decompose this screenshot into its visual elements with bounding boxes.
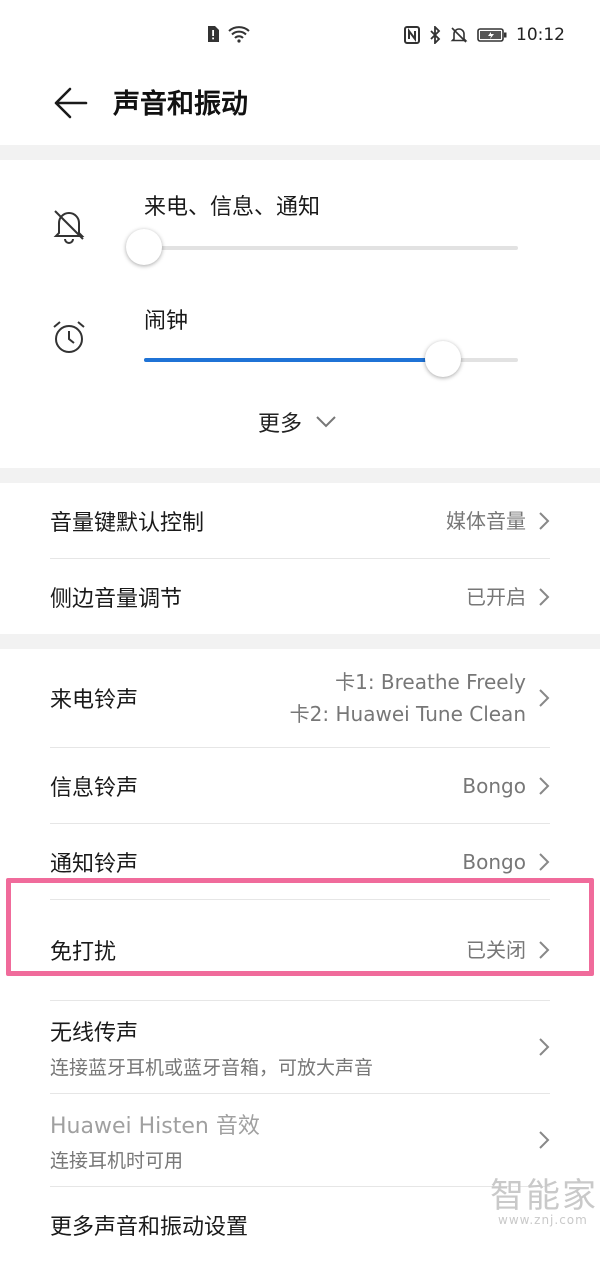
watermark-url: www.znj.com — [498, 1213, 588, 1227]
bluetooth-icon — [430, 26, 441, 44]
wifi-icon — [228, 26, 250, 43]
wireless-audio-text: 无线传声 连接蓝牙耳机或蓝牙音箱，可放大声音 — [50, 1015, 373, 1080]
call-ringtone-row[interactable]: 来电铃声 卡1: Breathe Freely 卡2: Huawei Tune … — [50, 649, 550, 748]
notification-ringtone-value: Bongo — [462, 849, 526, 874]
section-divider — [0, 634, 600, 649]
chevron-down-icon — [316, 416, 336, 428]
more-sound-settings-row[interactable]: 更多声音和振动设置 — [50, 1187, 550, 1262]
volume-key-default-label: 音量键默认控制 — [50, 510, 205, 536]
nfc-icon — [404, 26, 420, 44]
do-not-disturb-row[interactable]: 免打扰 已关闭 — [50, 900, 550, 1001]
histen-description: 连接耳机时可用 — [50, 1149, 184, 1172]
chevron-right-icon — [539, 1038, 550, 1056]
ringer-muted-bell-icon — [53, 210, 85, 244]
alarm-volume-label: 闹钟 — [144, 309, 189, 334]
ringtone-volume-label: 来电、信息、通知 — [144, 195, 321, 220]
message-ringtone-label: 信息铃声 — [50, 775, 139, 801]
chevron-right-icon — [539, 941, 550, 959]
chevron-right-icon — [539, 689, 550, 707]
call-ringtone-value: 卡1: Breathe Freely 卡2: Huawei Tune Clean — [290, 666, 526, 730]
sim-alert-icon — [208, 26, 219, 42]
call-ringtone-sim2: 卡2: Huawei Tune Clean — [289, 702, 526, 726]
alarm-slider-fill — [144, 358, 444, 362]
volume-key-default-row[interactable]: 音量键默认控制 媒体音量 — [50, 483, 550, 559]
more-label: 更多 — [258, 412, 303, 437]
more-toggle[interactable]: 更多 — [258, 406, 336, 438]
volume-keys-section: 音量键默认控制 媒体音量 侧边音量调节 已开启 — [0, 483, 600, 634]
histen-text: Huawei Histen 音效 连接耳机时可用 — [50, 1108, 260, 1173]
status-bar: 10:12 — [0, 0, 600, 70]
chevron-right-icon — [539, 776, 550, 795]
chevron-right-icon — [539, 1131, 550, 1149]
message-ringtone-value: Bongo — [462, 773, 526, 798]
wireless-audio-description: 连接蓝牙耳机或蓝牙音箱，可放大声音 — [50, 1056, 374, 1079]
section-divider — [0, 468, 600, 483]
side-volume-value: 已开启 — [466, 584, 526, 609]
call-ringtone-sim1: 卡1: Breathe Freely — [335, 670, 526, 694]
notification-ringtone-row[interactable]: 通知铃声 Bongo — [50, 824, 550, 900]
battery-icon — [477, 28, 507, 42]
alarm-volume-slider[interactable] — [144, 341, 518, 377]
volume-key-default-value: 媒体音量 — [446, 508, 526, 533]
status-time: 10:12 — [516, 25, 565, 45]
more-sound-settings-label: 更多声音和振动设置 — [50, 1214, 249, 1240]
notification-ringtone-label: 通知铃声 — [50, 851, 139, 877]
chevron-right-icon — [539, 511, 550, 530]
wireless-audio-row[interactable]: 无线传声 连接蓝牙耳机或蓝牙音箱，可放大声音 — [50, 1001, 550, 1094]
do-not-disturb-value: 已关闭 — [466, 938, 526, 962]
section-divider — [0, 145, 600, 160]
watermark: 智能家 www.znj.com — [490, 1168, 598, 1227]
mute-icon — [450, 27, 468, 43]
histen-row: Huawei Histen 音效 连接耳机时可用 — [50, 1094, 550, 1187]
side-volume-label: 侧边音量调节 — [50, 586, 183, 612]
chevron-right-icon — [539, 852, 550, 871]
message-ringtone-row[interactable]: 信息铃声 Bongo — [50, 748, 550, 824]
header — [0, 70, 600, 145]
chevron-right-icon — [539, 587, 550, 606]
do-not-disturb-label: 免打扰 — [50, 940, 117, 965]
alarm-clock-icon — [53, 321, 85, 353]
wireless-audio-label: 无线传声 — [50, 1020, 139, 1046]
ringtone-slider-thumb[interactable] — [126, 229, 162, 265]
alarm-slider-thumb[interactable] — [425, 341, 462, 377]
ringtone-volume-slider[interactable] — [126, 229, 518, 265]
watermark-text: 智能家 — [490, 1176, 598, 1216]
histen-label: Huawei Histen 音效 — [50, 1113, 260, 1139]
call-ringtone-label: 来电铃声 — [50, 688, 139, 713]
side-volume-row[interactable]: 侧边音量调节 已开启 — [50, 559, 550, 634]
